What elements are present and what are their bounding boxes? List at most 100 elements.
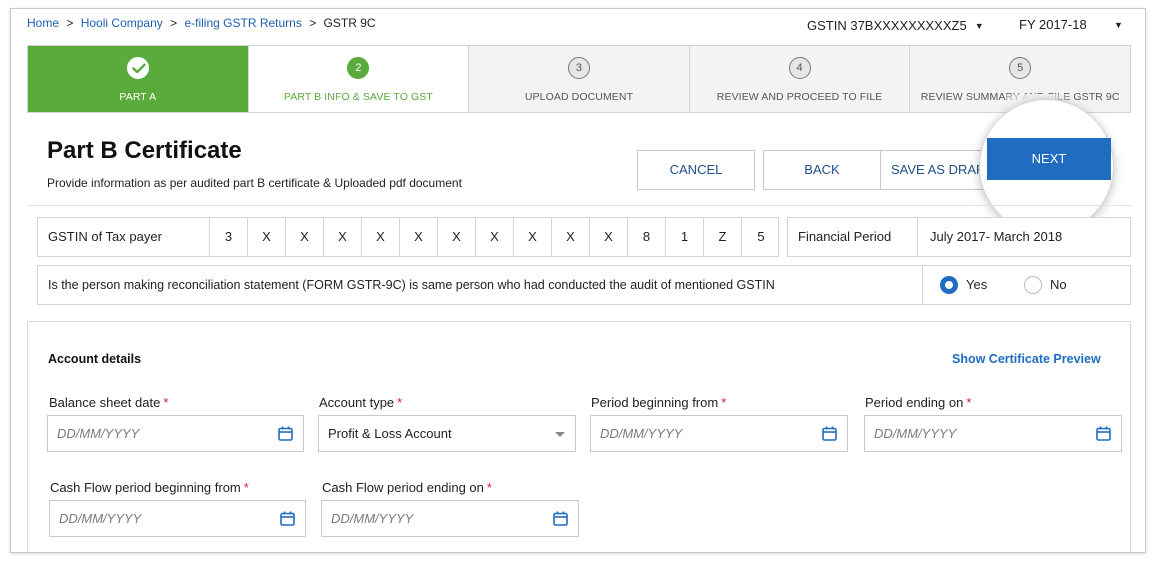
step-label: PART B INFO & SAVE TO GST <box>283 91 433 103</box>
back-button[interactable]: BACK <box>763 150 881 190</box>
field-label-text: Balance sheet date <box>49 395 161 410</box>
balance-sheet-date-field[interactable]: DD/MM/YYYY <box>47 415 304 452</box>
divider <box>922 266 923 304</box>
calendar-icon[interactable] <box>1096 426 1111 441</box>
caret-down-icon[interactable]: ▼ <box>1114 20 1123 30</box>
period-ending-field[interactable]: DD/MM/YYYY <box>864 415 1122 452</box>
fy-selector[interactable]: FY 2017-18 <box>1019 17 1087 32</box>
account-details-title: Account details <box>48 352 142 366</box>
calendar-icon[interactable] <box>553 511 568 526</box>
breadcrumb-efiling[interactable]: e-filing GSTR Returns <box>184 16 301 30</box>
account-details-panel: Account details Show Certificate Preview… <box>27 321 1131 552</box>
cash-flow-ending-field[interactable]: DD/MM/YYYY <box>321 500 579 537</box>
auditor-question-row: Is the person making reconciliation stat… <box>37 265 1131 305</box>
field-label-text: Account type <box>319 395 395 410</box>
gstin-char: X <box>324 218 362 256</box>
field-label-text: Cash Flow period ending on <box>322 480 484 495</box>
cash-flow-beginning-field[interactable]: DD/MM/YYYY <box>49 500 306 537</box>
next-button[interactable]: NEXT <box>987 138 1111 180</box>
step-review-summary[interactable]: 5 REVIEW SUMMARY AND FILE GSTR 9C <box>909 46 1130 112</box>
financial-period-label: Financial Period <box>788 218 918 256</box>
account-type-select[interactable]: Profit & Loss Account <box>318 415 576 452</box>
required-asterisk: * <box>721 395 727 410</box>
period-ending-label: Period ending on * <box>865 395 971 410</box>
calendar-icon[interactable] <box>280 511 295 526</box>
caret-down-icon <box>555 432 565 437</box>
gstin-char: Z <box>704 218 742 256</box>
required-asterisk: * <box>243 480 249 495</box>
breadcrumb-separator: > <box>170 16 178 30</box>
page-subtitle: Provide information as per audited part … <box>47 176 462 190</box>
step-part-b[interactable]: 2 PART B INFO & SAVE TO GST <box>247 46 469 112</box>
gstin-selector-label: GSTIN 37BXXXXXXXXXZ5 <box>807 18 967 33</box>
date-placeholder: DD/MM/YYYY <box>331 511 414 526</box>
gstin-char: 8 <box>628 218 666 256</box>
breadcrumb-separator: > <box>309 16 317 30</box>
step-circle <box>126 57 149 79</box>
breadcrumb: Home > Hooli Company > e-filing GSTR Ret… <box>27 16 376 30</box>
check-icon <box>132 63 146 74</box>
required-asterisk: * <box>966 395 972 410</box>
gstin-char: 1 <box>666 218 704 256</box>
auditor-question-text: Is the person making reconciliation stat… <box>48 278 775 292</box>
gstin-char: 3 <box>210 218 248 256</box>
breadcrumb-company[interactable]: Hooli Company <box>81 16 163 30</box>
step-label: UPLOAD DOCUMENT <box>524 91 634 103</box>
no-radio[interactable] <box>1024 276 1042 294</box>
date-placeholder: DD/MM/YYYY <box>59 511 142 526</box>
save-as-draft-button[interactable]: SAVE AS DRAFT <box>881 150 987 190</box>
account-type-value: Profit & Loss Account <box>328 426 452 441</box>
step-number: 3 <box>567 57 590 79</box>
balance-sheet-date-label: Balance sheet date * <box>49 395 168 410</box>
yes-radio[interactable] <box>940 276 958 294</box>
date-placeholder: DD/MM/YYYY <box>874 426 957 441</box>
calendar-icon[interactable] <box>822 426 837 441</box>
gstin-char: 5 <box>757 229 765 244</box>
financial-period-box: Financial Period July 2017- March 2018 <box>787 217 1131 257</box>
top-bar: Home > Hooli Company > e-filing GSTR Ret… <box>11 9 1145 43</box>
breadcrumb-separator: > <box>66 16 74 30</box>
required-asterisk: * <box>486 480 492 495</box>
date-placeholder: DD/MM/YYYY <box>600 426 683 441</box>
gstin-char: X <box>590 218 628 256</box>
gstin-char: X <box>362 218 400 256</box>
gstin-characters: 3 X X X X X X X X X X 8 1 Z 5 <box>210 218 780 256</box>
calendar-icon[interactable] <box>278 426 293 441</box>
field-label-text: Period ending on <box>865 395 964 410</box>
gstin-label: GSTIN of Tax payer <box>38 218 210 256</box>
gstin-char: X <box>476 218 514 256</box>
period-beginning-label: Period beginning from * <box>591 395 726 410</box>
page-title: Part B Certificate <box>47 137 242 164</box>
required-asterisk: * <box>397 395 403 410</box>
cancel-button[interactable]: CANCEL <box>637 150 755 190</box>
app-window: Home > Hooli Company > e-filing GSTR Ret… <box>10 8 1146 553</box>
show-certificate-preview-link[interactable]: Show Certificate Preview <box>952 352 1101 366</box>
no-radio-label[interactable]: No <box>1050 266 1067 304</box>
gstin-char: X <box>286 218 324 256</box>
required-asterisk: * <box>163 395 169 410</box>
step-number: 5 <box>1009 57 1032 79</box>
breadcrumb-home[interactable]: Home <box>27 16 59 30</box>
step-upload-document[interactable]: 3 UPLOAD DOCUMENT <box>468 46 689 112</box>
cash-flow-ending-label: Cash Flow period ending on * <box>322 480 492 495</box>
step-label: PART A <box>119 91 157 103</box>
gstin-char: X <box>514 218 552 256</box>
step-number: 2 <box>347 57 370 79</box>
cash-flow-beginning-label: Cash Flow period beginning from * <box>50 480 249 495</box>
period-beginning-field[interactable]: DD/MM/YYYY <box>590 415 848 452</box>
field-label-text: Period beginning from <box>591 395 719 410</box>
date-placeholder: DD/MM/YYYY <box>57 426 140 441</box>
gstin-selector[interactable]: GSTIN 37BXXXXXXXXXZ5 ▼ <box>807 18 984 33</box>
progress-stepper: PART A 2 PART B INFO & SAVE TO GST 3 UPL… <box>27 45 1131 113</box>
financial-period-value: July 2017- March 2018 <box>930 229 1063 244</box>
field-label-text: Cash Flow period beginning from <box>50 480 241 495</box>
fy-selector-label: FY 2017-18 <box>1019 17 1087 32</box>
gstin-char: X <box>552 218 590 256</box>
divider <box>27 205 1131 206</box>
step-number: 4 <box>788 57 811 79</box>
step-part-a[interactable]: PART A <box>28 46 248 112</box>
yes-radio-label[interactable]: Yes <box>966 266 987 304</box>
step-label: REVIEW AND PROCEED TO FILE <box>716 91 883 103</box>
caret-down-icon: ▼ <box>974 21 984 31</box>
step-review-proceed[interactable]: 4 REVIEW AND PROCEED TO FILE <box>688 46 910 112</box>
